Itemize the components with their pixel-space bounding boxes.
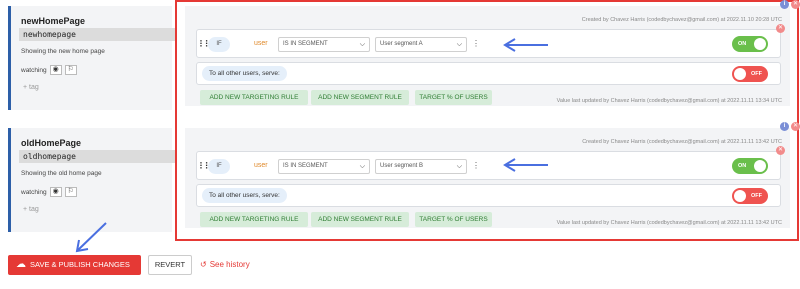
watching-label: watching: [21, 66, 47, 74]
flag-info-panel: newHomePage newhomepage Showing the new …: [8, 6, 175, 110]
operator-value: IS IN SEGMENT: [283, 163, 328, 169]
if-label: IF: [208, 37, 230, 52]
watching-row: watching ◉ ⚐: [21, 186, 77, 198]
revert-button[interactable]: REVERT: [148, 255, 192, 275]
watching-row: watching ◉ ⚐: [21, 64, 77, 76]
default-serve-row: To all other users, serve: OFF: [196, 62, 781, 85]
toggle-knob: [754, 160, 766, 172]
flag-info-panel: oldHomePage oldhomepage Showing the old …: [8, 128, 175, 232]
toggle-label: ON: [738, 163, 747, 169]
add-segment-rule-button[interactable]: ADD NEW SEGMENT RULE: [311, 212, 409, 227]
chevron-down-icon: ⌵: [359, 41, 365, 48]
close-icon[interactable]: ✕: [776, 146, 785, 155]
panel-icons: i ✕: [780, 0, 800, 9]
add-tag-link[interactable]: + tag: [23, 84, 39, 91]
see-history-label: See history: [209, 260, 250, 269]
info-icon[interactable]: i: [780, 122, 789, 131]
close-icon[interactable]: ✕: [776, 24, 785, 33]
kebab-icon[interactable]: ⋮: [472, 39, 480, 48]
segment-value: User segment A: [380, 41, 423, 47]
rule-attribute[interactable]: user: [254, 40, 268, 47]
flag-key: newhomepage: [19, 28, 175, 41]
see-history-link[interactable]: ↺ See history: [200, 255, 250, 275]
if-label: IF: [208, 159, 230, 174]
rule-value-toggle[interactable]: ON: [732, 36, 768, 52]
save-publish-button[interactable]: ☁ SAVE & PUBLISH CHANGES: [8, 255, 141, 275]
toggle-label: OFF: [751, 193, 762, 199]
eye-off-icon[interactable]: ◉: [49, 65, 62, 75]
operator-select[interactable]: IS IN SEGMENT ⌵: [278, 37, 370, 52]
flag-key: oldhomepage: [19, 150, 175, 163]
bottom-action-bar: ☁ SAVE & PUBLISH CHANGES REVERT ↺ See hi…: [0, 255, 800, 279]
close-icon[interactable]: ✕: [791, 122, 800, 131]
operator-select[interactable]: IS IN SEGMENT ⌵: [278, 159, 370, 174]
flag-description: Showing the new home page: [21, 48, 105, 55]
add-segment-rule-button[interactable]: ADD NEW SEGMENT RULE: [311, 90, 409, 105]
target-percent-button[interactable]: TARGET % OF USERS: [415, 212, 492, 227]
serve-label: To all other users, serve:: [202, 188, 287, 203]
flag-icon[interactable]: ⚐: [64, 187, 77, 197]
serve-label: To all other users, serve:: [202, 66, 287, 81]
add-targeting-rule-button[interactable]: ADD NEW TARGETING RULE: [200, 212, 308, 227]
flag-name: newHomePage: [21, 16, 86, 26]
save-publish-label: SAVE & PUBLISH CHANGES: [30, 260, 130, 269]
eye-off-icon[interactable]: ◉: [49, 187, 62, 197]
toggle-knob: [754, 38, 766, 50]
targeting-rule: ✕ ⠇⠇ IF user IS IN SEGMENT ⌵ User segmen…: [196, 24, 785, 58]
created-info: Created by Chavez Harris (codedbychavez@…: [581, 17, 782, 23]
chevron-down-icon: ⌵: [456, 163, 462, 170]
targeting-rules-panel: i ✕ Created by Chavez Harris (codedbycha…: [185, 122, 800, 228]
add-targeting-rule-button[interactable]: ADD NEW TARGETING RULE: [200, 90, 308, 105]
flag-name: oldHomePage: [21, 138, 82, 148]
segment-value: User segment B: [380, 163, 424, 169]
flag-icon[interactable]: ⚐: [64, 65, 77, 75]
panel-icons: i ✕: [780, 122, 800, 131]
segment-select[interactable]: User segment B ⌵: [375, 159, 467, 174]
updated-info: Value last updated by Chavez Harris (cod…: [556, 220, 782, 226]
add-tag-link[interactable]: + tag: [23, 206, 39, 213]
default-serve-row: To all other users, serve: OFF: [196, 184, 781, 207]
kebab-icon[interactable]: ⋮: [472, 161, 480, 170]
segment-select[interactable]: User segment A ⌵: [375, 37, 467, 52]
cloud-upload-icon: ☁: [16, 259, 26, 270]
rule-attribute[interactable]: user: [254, 162, 268, 169]
default-value-toggle[interactable]: OFF: [732, 188, 768, 204]
history-icon: ↺: [200, 260, 207, 269]
targeting-rule: ✕ ⠇⠇ IF user IS IN SEGMENT ⌵ User segmen…: [196, 146, 785, 180]
close-icon[interactable]: ✕: [791, 0, 800, 9]
default-value-toggle[interactable]: OFF: [732, 66, 768, 82]
watching-label: watching: [21, 188, 47, 196]
toggle-knob: [734, 190, 746, 202]
created-info: Created by Chavez Harris (codedbychavez@…: [582, 139, 782, 145]
toggle-label: ON: [738, 41, 747, 47]
rule-value-toggle[interactable]: ON: [732, 158, 768, 174]
info-icon[interactable]: i: [780, 0, 789, 9]
updated-info: Value last updated by Chavez Harris (cod…: [556, 98, 782, 104]
targeting-rules-panel: i ✕ Created by Chavez Harris (codedbycha…: [185, 0, 800, 106]
toggle-label: OFF: [751, 71, 762, 77]
toggle-knob: [734, 68, 746, 80]
chevron-down-icon: ⌵: [456, 41, 462, 48]
flag-description: Showing the old home page: [21, 170, 102, 177]
target-percent-button[interactable]: TARGET % OF USERS: [415, 90, 492, 105]
chevron-down-icon: ⌵: [359, 163, 365, 170]
operator-value: IS IN SEGMENT: [283, 41, 328, 47]
